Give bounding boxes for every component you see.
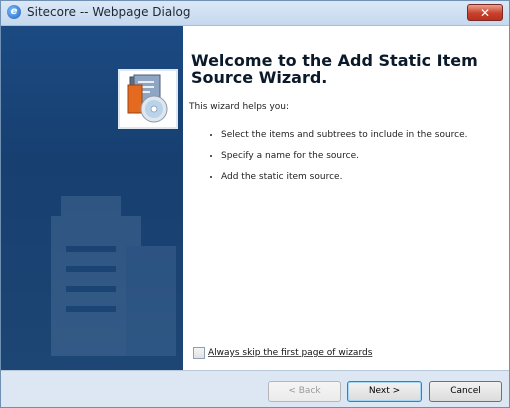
wizard-intro: This wizard helps you: <box>189 102 290 112</box>
window-title: Sitecore -- Webpage Dialog <box>27 5 191 19</box>
dialog-window: e Sitecore -- Webpage Dialog ✕ Welcome t… <box>0 0 510 408</box>
wizard-content: Welcome to the Add Static Item Source Wi… <box>183 26 509 370</box>
title-bar[interactable]: e Sitecore -- Webpage Dialog ✕ <box>1 1 509 26</box>
sidebar-watermark-art <box>51 196 176 356</box>
list-item: Add the static item source. <box>221 172 468 182</box>
document-disc-icon <box>118 69 178 129</box>
skip-first-page-label[interactable]: Always skip the first page of wizards <box>208 348 372 358</box>
wizard-steps-list: Select the items and subtrees to include… <box>199 130 468 193</box>
wizard-footer: < Back Next > Cancel <box>1 370 509 407</box>
skip-first-page-checkbox[interactable] <box>193 347 205 359</box>
list-item: Select the items and subtrees to include… <box>221 130 468 140</box>
skip-first-page-row[interactable]: Always skip the first page of wizards <box>193 347 372 359</box>
ie-icon: e <box>7 5 21 19</box>
close-button[interactable]: ✕ <box>467 4 503 21</box>
next-button[interactable]: Next > <box>347 381 422 402</box>
wizard-sidebar <box>1 26 183 370</box>
back-button[interactable]: < Back <box>268 381 341 402</box>
list-item: Specify a name for the source. <box>221 151 468 161</box>
wizard-heading: Welcome to the Add Static Item Source Wi… <box>191 51 478 87</box>
cancel-button[interactable]: Cancel <box>429 381 502 402</box>
